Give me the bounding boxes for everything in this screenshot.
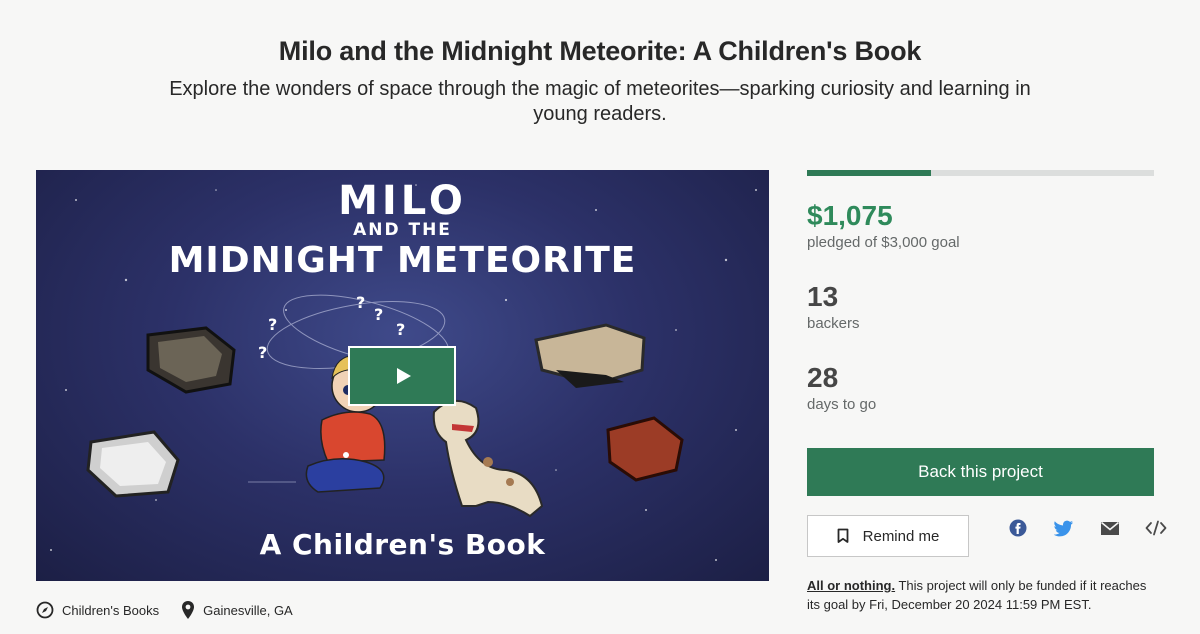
cover-title-line1: MILO <box>338 178 467 224</box>
twitter-icon[interactable] <box>1041 517 1087 539</box>
embed-icon[interactable] <box>1133 517 1179 539</box>
play-button[interactable] <box>348 346 456 406</box>
project-meta: Children's Books Gainesville, GA <box>36 600 315 620</box>
location-link[interactable]: Gainesville, GA <box>181 600 293 620</box>
funding-progress-fill <box>807 170 932 176</box>
location-label: Gainesville, GA <box>203 602 293 618</box>
project-subtitle: Explore the wonders of space through the… <box>169 78 1031 125</box>
share-icons <box>995 517 1179 539</box>
map-pin-icon <box>182 601 195 619</box>
svg-text:?: ? <box>356 293 365 312</box>
backers-label: backers <box>807 315 860 332</box>
project-title: Milo and the Midnight Meteorite: A Child… <box>278 36 922 66</box>
cover-title-line2: AND THE <box>353 220 452 240</box>
pledged-amount: $1,075 <box>807 200 893 231</box>
days-to-go-label: days to go <box>807 396 877 413</box>
funding-sidebar: $1,075 pledged of $3,000 goal 13 backers… <box>807 170 1167 612</box>
remind-me-label: Remind me <box>862 527 940 545</box>
svg-text:?: ? <box>374 305 383 324</box>
category-link[interactable]: Children's Books <box>36 601 159 619</box>
svg-text:?: ? <box>396 320 405 339</box>
all-or-nothing-notice: All or nothing. This project will only b… <box>807 576 1154 614</box>
play-icon <box>396 368 411 384</box>
cover-title-line3: MIDNIGHT METEORITE <box>168 240 637 281</box>
cover-subtitle: A Children's Book <box>259 528 546 561</box>
all-or-nothing-link[interactable]: All or nothing. <box>807 578 895 593</box>
funding-progress-bar <box>807 170 1154 176</box>
email-icon[interactable] <box>1087 517 1133 539</box>
backers-count: 13 <box>807 281 839 312</box>
days-to-go-count: 28 <box>807 362 839 393</box>
svg-text:?: ? <box>268 315 277 334</box>
bookmark-icon <box>837 528 849 543</box>
pledged-goal-text: pledged of $3,000 goal <box>807 234 960 251</box>
back-this-project-button[interactable]: Back this project <box>807 448 1154 496</box>
svg-text:?: ? <box>258 343 267 362</box>
remind-me-button[interactable]: Remind me <box>807 515 969 557</box>
compass-icon <box>36 601 54 619</box>
project-video[interactable]: ?? ??? MILO AND THE MIDNIGHT METEORITE A… <box>36 170 769 581</box>
project-header: Milo and the Midnight Meteorite: A Child… <box>0 36 1200 127</box>
facebook-icon[interactable] <box>995 517 1041 539</box>
category-label: Children's Books <box>62 602 160 618</box>
